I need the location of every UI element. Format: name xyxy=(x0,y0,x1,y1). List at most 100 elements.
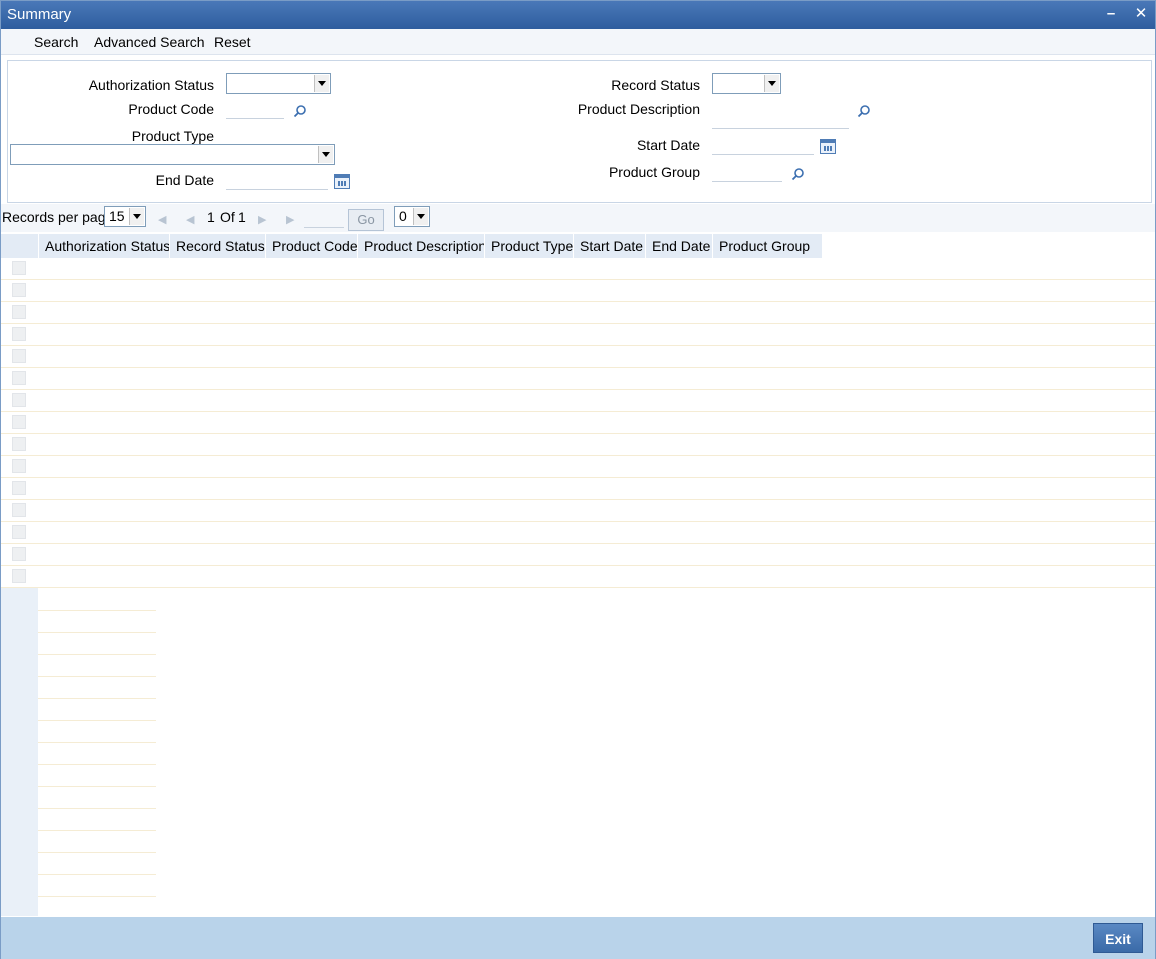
dropdown-arrow-icon xyxy=(318,146,333,163)
row-checkbox[interactable] xyxy=(12,283,26,297)
row-checkbox[interactable] xyxy=(12,569,26,583)
table-row[interactable] xyxy=(1,346,1155,368)
next-page-icon[interactable]: ▶ xyxy=(258,214,270,226)
records-per-page-value: 15 xyxy=(109,208,125,224)
product-type-label: Product Type xyxy=(131,128,214,144)
authorization-status-select[interactable] xyxy=(226,73,331,94)
first-page-icon[interactable]: ◀​ xyxy=(158,214,170,226)
table-row[interactable] xyxy=(1,280,1155,302)
start-date-label: Start Date xyxy=(636,137,700,153)
row-divider xyxy=(38,874,156,875)
grid-left-rail xyxy=(1,588,38,916)
column-header[interactable]: Product Description xyxy=(357,234,486,258)
row-checkbox[interactable] xyxy=(12,525,26,539)
end-date-label: End Date xyxy=(155,172,214,188)
row-checkbox[interactable] xyxy=(12,349,26,363)
column-header[interactable]: Product Group xyxy=(712,234,822,258)
row-checkbox[interactable] xyxy=(12,547,26,561)
dropdown-arrow-icon xyxy=(413,208,428,225)
product-group-label: Product Group xyxy=(608,164,700,180)
search-lens-icon[interactable] xyxy=(791,167,805,181)
exit-button[interactable]: Exit xyxy=(1093,923,1143,953)
page-current: 1 xyxy=(207,209,215,225)
table-row[interactable] xyxy=(1,456,1155,478)
calendar-icon[interactable] xyxy=(820,139,836,154)
row-divider xyxy=(38,698,156,699)
table-row[interactable] xyxy=(1,522,1155,544)
row-checkbox[interactable] xyxy=(12,503,26,517)
row-checkbox[interactable] xyxy=(12,393,26,407)
product-type-select[interactable] xyxy=(10,144,335,165)
dropdown-arrow-icon xyxy=(314,75,329,92)
table-row[interactable] xyxy=(1,478,1155,500)
start-date-input[interactable] xyxy=(712,135,814,155)
summary-window: Summary – ✕ Search Advanced Search Reset… xyxy=(0,0,1156,959)
last-page-icon[interactable]: ▶ xyxy=(286,214,298,226)
row-checkbox[interactable] xyxy=(12,415,26,429)
table-row[interactable] xyxy=(1,302,1155,324)
table-row[interactable] xyxy=(1,390,1155,412)
window-title: Summary xyxy=(7,6,72,23)
row-checkbox[interactable] xyxy=(12,327,26,341)
page-number-input[interactable] xyxy=(304,207,344,228)
records-per-page-label: Records per page xyxy=(2,209,114,225)
row-checkbox[interactable] xyxy=(12,437,26,451)
product-code-label: Product Code xyxy=(128,101,214,117)
row-divider xyxy=(38,896,156,897)
row-divider xyxy=(38,764,156,765)
table-row[interactable] xyxy=(1,412,1155,434)
table-row[interactable] xyxy=(1,324,1155,346)
title-bar: Summary – ✕ xyxy=(1,1,1155,29)
dropdown-arrow-icon xyxy=(764,75,779,92)
reset-button[interactable]: Reset xyxy=(214,34,251,50)
column-header[interactable]: Start Date xyxy=(573,234,645,258)
page-selector[interactable]: 0 xyxy=(394,206,430,227)
page-selector-value: 0 xyxy=(399,208,407,224)
column-header[interactable]: Product Type xyxy=(484,234,573,258)
minimize-icon[interactable]: – xyxy=(1102,5,1120,23)
select-all-cell[interactable] xyxy=(1,234,38,258)
row-divider xyxy=(38,786,156,787)
record-status-select[interactable] xyxy=(712,73,781,94)
search-lens-icon[interactable] xyxy=(293,104,307,118)
table-row[interactable] xyxy=(1,368,1155,390)
row-divider xyxy=(38,830,156,831)
record-status-label: Record Status xyxy=(611,77,700,93)
product-code-input[interactable] xyxy=(226,99,284,119)
authorization-status-label: Authorization Status xyxy=(88,77,214,93)
row-checkbox[interactable] xyxy=(12,305,26,319)
table-row[interactable] xyxy=(1,434,1155,456)
row-checkbox[interactable] xyxy=(12,261,26,275)
search-button[interactable]: Search xyxy=(34,34,78,50)
page-of: Of xyxy=(220,209,235,225)
row-checkbox[interactable] xyxy=(12,371,26,385)
end-date-input[interactable] xyxy=(226,170,328,190)
previous-page-icon[interactable]: ◀ xyxy=(186,214,198,226)
grid-header: Authorization Status Record Status Produ… xyxy=(1,234,1155,258)
product-description-input[interactable] xyxy=(712,109,849,129)
row-divider xyxy=(38,808,156,809)
row-checkbox[interactable] xyxy=(12,459,26,473)
dropdown-arrow-icon xyxy=(129,208,144,225)
row-divider xyxy=(38,632,156,633)
table-row[interactable] xyxy=(1,566,1155,588)
calendar-icon[interactable] xyxy=(334,174,350,189)
column-header[interactable]: End Date xyxy=(645,234,712,258)
row-divider xyxy=(38,610,156,611)
table-row[interactable] xyxy=(1,500,1155,522)
table-row[interactable] xyxy=(1,544,1155,566)
go-button[interactable]: Go xyxy=(348,209,384,231)
advanced-search-button[interactable]: Advanced Search xyxy=(94,34,205,50)
table-row[interactable] xyxy=(1,258,1155,280)
column-header[interactable]: Record Status xyxy=(169,234,265,258)
row-checkbox[interactable] xyxy=(12,481,26,495)
search-lens-icon[interactable] xyxy=(857,104,871,118)
toolbar: Search Advanced Search Reset xyxy=(1,29,1155,55)
pagination-bar: Records per page 15 ◀​ ◀ 1 Of 1 ▶ ▶ Go 0 xyxy=(1,204,1155,232)
close-icon[interactable]: ✕ xyxy=(1132,5,1150,23)
column-header[interactable]: Product Code xyxy=(265,234,358,258)
search-criteria-panel: Authorization Status Record Status Produ… xyxy=(7,60,1152,203)
product-group-input[interactable] xyxy=(712,162,782,182)
column-header[interactable]: Authorization Status xyxy=(38,234,170,258)
records-per-page-select[interactable]: 15 xyxy=(104,206,146,227)
